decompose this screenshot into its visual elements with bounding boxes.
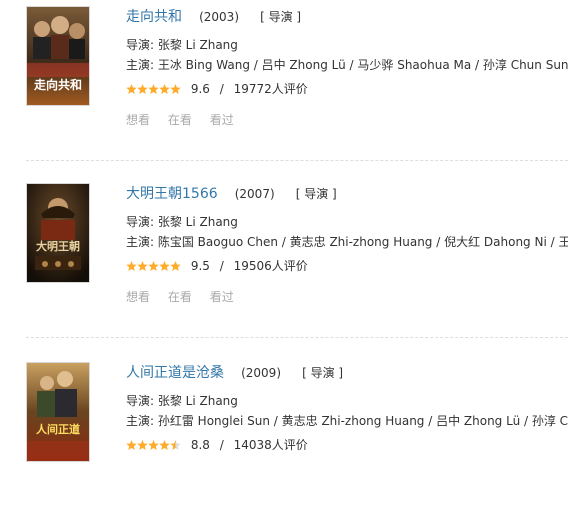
watched-button[interactable]: 看过: [210, 290, 234, 304]
star-icon: [159, 261, 170, 271]
movie-poster[interactable]: 走向共和: [26, 6, 90, 106]
star-icon: [126, 440, 137, 450]
action-links: 想看 在看 看过: [126, 111, 248, 129]
watched-button[interactable]: 看过: [210, 113, 234, 127]
star-icon: [148, 440, 159, 450]
star-rating-icon: [126, 261, 181, 272]
star-rating-icon: [126, 84, 181, 95]
director-line: 导演: 张黎 Li Zhang: [126, 38, 238, 52]
rating-separator: /: [219, 82, 224, 96]
star-icon: [170, 261, 181, 271]
movie-item: 大明王朝 大明王朝1566 (2007) [ 导演 ] 导演: 张黎 Li Zh…: [0, 177, 568, 352]
role-tag[interactable]: [ 导演 ]: [296, 187, 337, 201]
rating-score: 8.8: [190, 438, 210, 452]
poster-title-text: 人间正道: [36, 422, 80, 436]
star-icon: [170, 440, 181, 450]
title-row: 走向共和 (2003) [ 导演 ]: [126, 6, 301, 26]
rating-row: 8.8 / 14038人评价: [126, 436, 308, 454]
star-icon: [170, 84, 181, 94]
movie-year: (2009): [241, 366, 281, 380]
rating-votes[interactable]: 19772人评价: [234, 82, 308, 96]
rating-score: 9.6: [190, 82, 210, 96]
cast-line: 主演: 陈宝国 Baoguo Chen / 黄志忠 Zhi-zhong Huan…: [126, 235, 568, 249]
role-tag[interactable]: [ 导演 ]: [260, 10, 301, 24]
poster-title-text: 大明王朝: [36, 239, 80, 253]
star-icon: [159, 84, 170, 94]
rating-votes[interactable]: 14038人评价: [234, 438, 308, 452]
rating-row: 9.6 / 19772人评价: [126, 80, 308, 98]
want-to-watch-button[interactable]: 想看: [126, 113, 150, 127]
star-icon: [137, 84, 148, 94]
title-row: 人间正道是沧桑 (2009) [ 导演 ]: [126, 362, 343, 382]
movie-item: 走向共和 走向共和 (2003) [ 导演 ] 导演: 张黎 Li Zhang …: [0, 0, 568, 175]
star-icon: [137, 261, 148, 271]
want-to-watch-button[interactable]: 想看: [126, 290, 150, 304]
star-icon: [148, 261, 159, 271]
title-row: 大明王朝1566 (2007) [ 导演 ]: [126, 183, 337, 203]
rating-row: 9.5 / 19506人评价: [126, 257, 308, 275]
watching-button[interactable]: 在看: [168, 290, 192, 304]
role-tag[interactable]: [ 导演 ]: [302, 366, 343, 380]
director-line: 导演: 张黎 Li Zhang: [126, 394, 238, 408]
rating-score: 9.5: [190, 259, 210, 273]
star-icon: [148, 84, 159, 94]
director-line: 导演: 张黎 Li Zhang: [126, 215, 238, 229]
movie-poster[interactable]: 人间正道: [26, 362, 90, 462]
watching-button[interactable]: 在看: [168, 113, 192, 127]
cast-line: 主演: 王冰 Bing Wang / 吕中 Zhong Lü / 马少骅 Sha…: [126, 58, 568, 72]
movie-poster[interactable]: 大明王朝: [26, 183, 90, 283]
star-icon: [126, 84, 137, 94]
rating-separator: /: [219, 438, 224, 452]
movie-title-link[interactable]: 人间正道是沧桑: [126, 365, 224, 381]
cast-line: 主演: 孙红雷 Honglei Sun / 黄志忠 Zhi-zhong Huan…: [126, 414, 568, 428]
poster-title-text: 走向共和: [34, 77, 82, 92]
movie-item: 人间正道 人间正道是沧桑 (2009) [ 导演 ] 导演: 张黎 Li Zha…: [0, 356, 568, 531]
movie-year: (2007): [234, 187, 275, 201]
rating-votes[interactable]: 19506人评价: [234, 259, 308, 273]
star-icon: [126, 261, 137, 271]
movie-title-link[interactable]: 大明王朝1566: [126, 186, 218, 202]
movie-title-link[interactable]: 走向共和: [126, 9, 182, 25]
rating-separator: /: [219, 259, 224, 273]
divider: [26, 160, 568, 161]
star-rating-icon: [126, 440, 181, 451]
action-links: 想看 在看 看过: [126, 288, 248, 306]
movie-year: (2003): [199, 10, 239, 24]
star-icon: [137, 440, 148, 450]
star-icon: [159, 440, 170, 450]
divider: [26, 337, 568, 338]
